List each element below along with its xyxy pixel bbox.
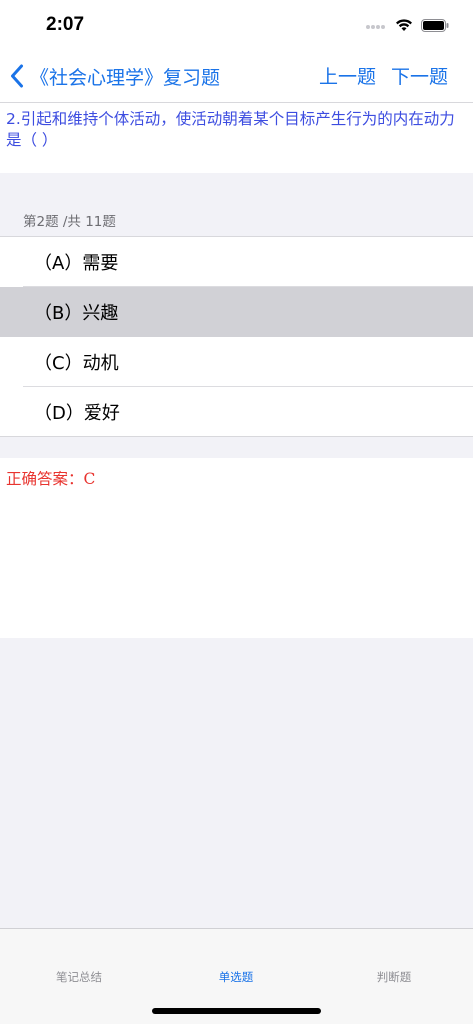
navigation-bar: 《社会心理学》复习题 上一题 下一题	[0, 50, 473, 102]
option-b[interactable]: （B）兴趣	[0, 287, 473, 337]
question-counter: 第2题 /共 11题	[23, 214, 116, 230]
option-d-label: （D）爱好	[34, 403, 120, 424]
option-a-label: （A）需要	[34, 253, 119, 274]
wifi-icon	[396, 19, 412, 31]
home-indicator	[152, 1008, 321, 1014]
status-bar: 2:07	[0, 0, 473, 50]
section-gap	[0, 173, 473, 203]
status-icons	[365, 16, 449, 34]
back-button[interactable]: 《社会心理学》复习题	[10, 60, 220, 92]
answer-area: 正确答案：C	[0, 458, 473, 638]
question-card: 2.引起和维持个体活动，使活动朝着某个目标产生行为的内在动力是（ ）	[0, 102, 473, 173]
option-d[interactable]: （D）爱好	[0, 387, 473, 437]
back-title: 《社会心理学》复习题	[30, 66, 221, 89]
signal-icon	[366, 25, 385, 29]
battery-icon	[421, 18, 449, 32]
chevron-left-icon	[11, 64, 23, 88]
next-question-button[interactable]: 下一题	[391, 62, 448, 89]
option-c-label: （C）动机	[34, 353, 119, 374]
tab-true-false[interactable]: 判断题	[377, 969, 412, 985]
options-list: （A）需要 （B）兴趣 （C）动机 （D）爱好	[0, 236, 473, 437]
correct-answer: 正确答案：C	[6, 470, 96, 488]
tab-single-choice[interactable]: 单选题	[219, 969, 254, 985]
option-a[interactable]: （A）需要	[0, 237, 473, 287]
status-time: 2:07	[46, 14, 85, 35]
option-b-label: （B）兴趣	[34, 303, 119, 324]
question-text: 2.引起和维持个体活动，使活动朝着某个目标产生行为的内在动力是（ ）	[6, 110, 455, 149]
prev-question-button[interactable]: 上一题	[319, 62, 376, 89]
option-c[interactable]: （C）动机	[0, 337, 473, 387]
tab-notes-summary[interactable]: 笔记总结	[56, 969, 102, 985]
